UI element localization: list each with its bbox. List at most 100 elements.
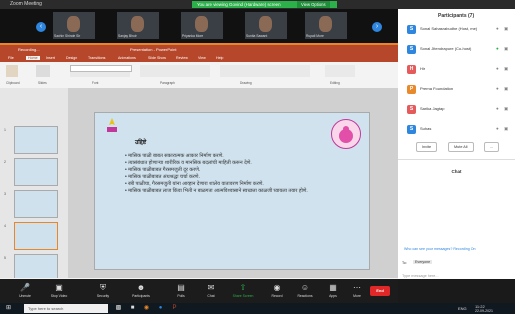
tab-file[interactable]: File [8, 56, 14, 60]
video-tile[interactable]: Sunita Sawant [245, 12, 287, 39]
toolbar-label: Stop Video [50, 294, 68, 298]
clock-date[interactable]: 22-09-2021 [475, 309, 493, 313]
video-icon[interactable]: ▣ [504, 126, 508, 132]
viewing-banner: You are viewing Govind (Hardware) screen… [192, 1, 337, 8]
chat-visibility-note[interactable]: Who can see your messages? Recording On [404, 247, 476, 251]
security-button[interactable]: ⛨ Security [88, 282, 118, 298]
video-tile[interactable]: Sanjay Bhoir [117, 12, 159, 39]
video-tile[interactable]: Priyanka More [181, 12, 223, 39]
tab-insert[interactable]: Insert [46, 56, 55, 60]
powerpoint-app-icon[interactable]: P [170, 304, 179, 313]
end-meeting-button[interactable]: End [370, 286, 390, 296]
avatar: S [407, 105, 416, 114]
drawing-shapes[interactable] [220, 65, 310, 77]
powerpoint-title: Presentation - PowerPoint [130, 47, 177, 52]
tab-transitions[interactable]: Transitions [88, 56, 105, 60]
participant-row[interactable]: H Hir ● ▣ [398, 63, 515, 76]
zoom-app-icon[interactable]: ● [156, 304, 165, 313]
mute-all-button[interactable]: Mute All [448, 142, 474, 152]
record-button[interactable]: ◉ Record [262, 282, 292, 298]
ribbon-group-clipboard: Clipboard [6, 81, 20, 85]
invite-button[interactable]: Invite [416, 142, 438, 152]
ribbon: Clipboard Slides Font Paragraph Drawing … [0, 62, 398, 89]
stop-video-button[interactable]: ▣ Stop Video [44, 282, 74, 298]
participant-row[interactable]: S Suhas ● ▣ [398, 123, 515, 136]
tab-design[interactable]: Design [66, 56, 77, 60]
video-icon[interactable]: ▣ [504, 26, 508, 32]
video-icon[interactable]: ▣ [504, 66, 508, 72]
tab-animations[interactable]: Animations [118, 56, 136, 60]
participants-button[interactable]: ☻ Participants [126, 282, 156, 298]
slide-bullets: • मासिक पाळी बाबत सकारात्मक आकार निर्माण… [125, 153, 315, 195]
chat-header: Chat [451, 169, 462, 174]
mic-icon[interactable]: ● [496, 26, 499, 31]
chevron-right-icon[interactable]: › [372, 22, 382, 32]
more-button[interactable]: ⋯ More [342, 282, 372, 298]
polls-button[interactable]: ▤ Polls [166, 282, 196, 298]
tab-help[interactable]: Help [216, 56, 223, 60]
windows-start-icon[interactable]: ⊞ [4, 304, 13, 313]
slide-thumbnail-pane: 1 2 3 4 5 [0, 88, 68, 282]
toolbar-label: Reactions [297, 294, 313, 298]
editing-buttons[interactable] [325, 65, 355, 77]
paste-icon[interactable] [6, 65, 18, 77]
font-format-buttons[interactable] [70, 72, 130, 77]
participant-row[interactable]: S Sarika Jagtap ● ▣ [398, 103, 515, 116]
slide-heading: उद्दिष्टे [135, 140, 147, 146]
mic-icon[interactable]: ● [496, 46, 499, 51]
language-indicator[interactable]: ENG [458, 306, 467, 311]
panel-divider [398, 159, 515, 160]
mic-muted-icon[interactable]: ● [496, 126, 499, 131]
mic-muted-icon[interactable]: ● [496, 66, 499, 71]
video-icon[interactable]: ▣ [504, 106, 508, 112]
avatar: S [407, 45, 416, 54]
toolbar-label: More [353, 294, 361, 298]
participant-face [131, 16, 144, 32]
reactions-button[interactable]: ☺ Reactions [290, 282, 320, 298]
avatar: S [407, 125, 416, 134]
tab-review[interactable]: Review [176, 56, 188, 60]
participant-name: Hir [420, 66, 426, 71]
paragraph-buttons[interactable] [140, 65, 210, 77]
video-tile[interactable]: Sachin Shinde Sir [53, 12, 95, 39]
more-button[interactable]: ... [484, 142, 500, 152]
browser-icon[interactable]: ◉ [142, 304, 151, 313]
chat-recipient-select[interactable]: Everyone [413, 260, 433, 264]
unmute-button[interactable]: 🎤 Unmute [10, 282, 40, 298]
smile-icon: ☺ [300, 283, 310, 292]
slide-bullet: • मासिक पाळीबाबत अंधश्रद्धा चर्चा करणे. [125, 174, 200, 180]
slide-thumbnail[interactable] [14, 158, 58, 186]
tab-view[interactable]: View [198, 56, 206, 60]
slide-number: 2 [4, 160, 6, 164]
ribbon-group-font: Font [92, 81, 99, 85]
chevron-left-icon[interactable]: ‹ [36, 22, 46, 32]
file-explorer-icon[interactable]: ■ [128, 304, 137, 313]
participant-row[interactable]: S Sonal Sahasrabudhe (Host, me) ● ▣ [398, 23, 515, 36]
slide-thumbnail[interactable] [14, 190, 58, 218]
mic-muted-icon[interactable]: ● [496, 86, 499, 91]
chat-message-input[interactable]: Type message here... [402, 274, 439, 278]
video-tile[interactable]: Rupali More [305, 12, 347, 39]
new-slide-icon[interactable] [36, 65, 50, 77]
taskbar-search-input[interactable]: Type here to search [24, 304, 108, 313]
task-view-icon[interactable]: ▩ [114, 304, 123, 313]
view-options-button[interactable]: View Options [297, 1, 330, 8]
participant-row[interactable]: P Prerna Foundation ● ▣ [398, 83, 515, 96]
tab-slide-show[interactable]: Slide Show [148, 56, 166, 60]
mic-muted-icon[interactable]: ● [496, 106, 499, 111]
meeting-controls: 🎤 Unmute ▣ Stop Video ⛨ Security ☻ Participa… [0, 279, 398, 303]
slide-bullet: • स्त्री पाळीचा, गैरसमजुती यांना आव्हान … [125, 181, 264, 187]
share-screen-button[interactable]: ⇧ Share Screen [228, 282, 258, 298]
participant-face [259, 16, 272, 32]
tab-home[interactable]: Home [26, 56, 40, 60]
current-slide[interactable]: उद्दिष्टे • मासिक पाळी बाबत सकारात्मक आक… [94, 112, 370, 270]
font-family-select[interactable] [70, 65, 132, 72]
participant-row[interactable]: S Sonal Jitendrapure (Co-host) ● ▣ [398, 43, 515, 56]
video-icon[interactable]: ▣ [504, 46, 508, 52]
chat-button[interactable]: ✉ Chat [196, 282, 226, 298]
video-icon[interactable]: ▣ [504, 86, 508, 92]
slide-thumbnail-selected[interactable] [14, 222, 58, 250]
slide-thumbnail[interactable] [14, 126, 58, 154]
toolbar-label: Apps [329, 294, 337, 298]
ribbon-group-editing: Editing [330, 81, 340, 85]
